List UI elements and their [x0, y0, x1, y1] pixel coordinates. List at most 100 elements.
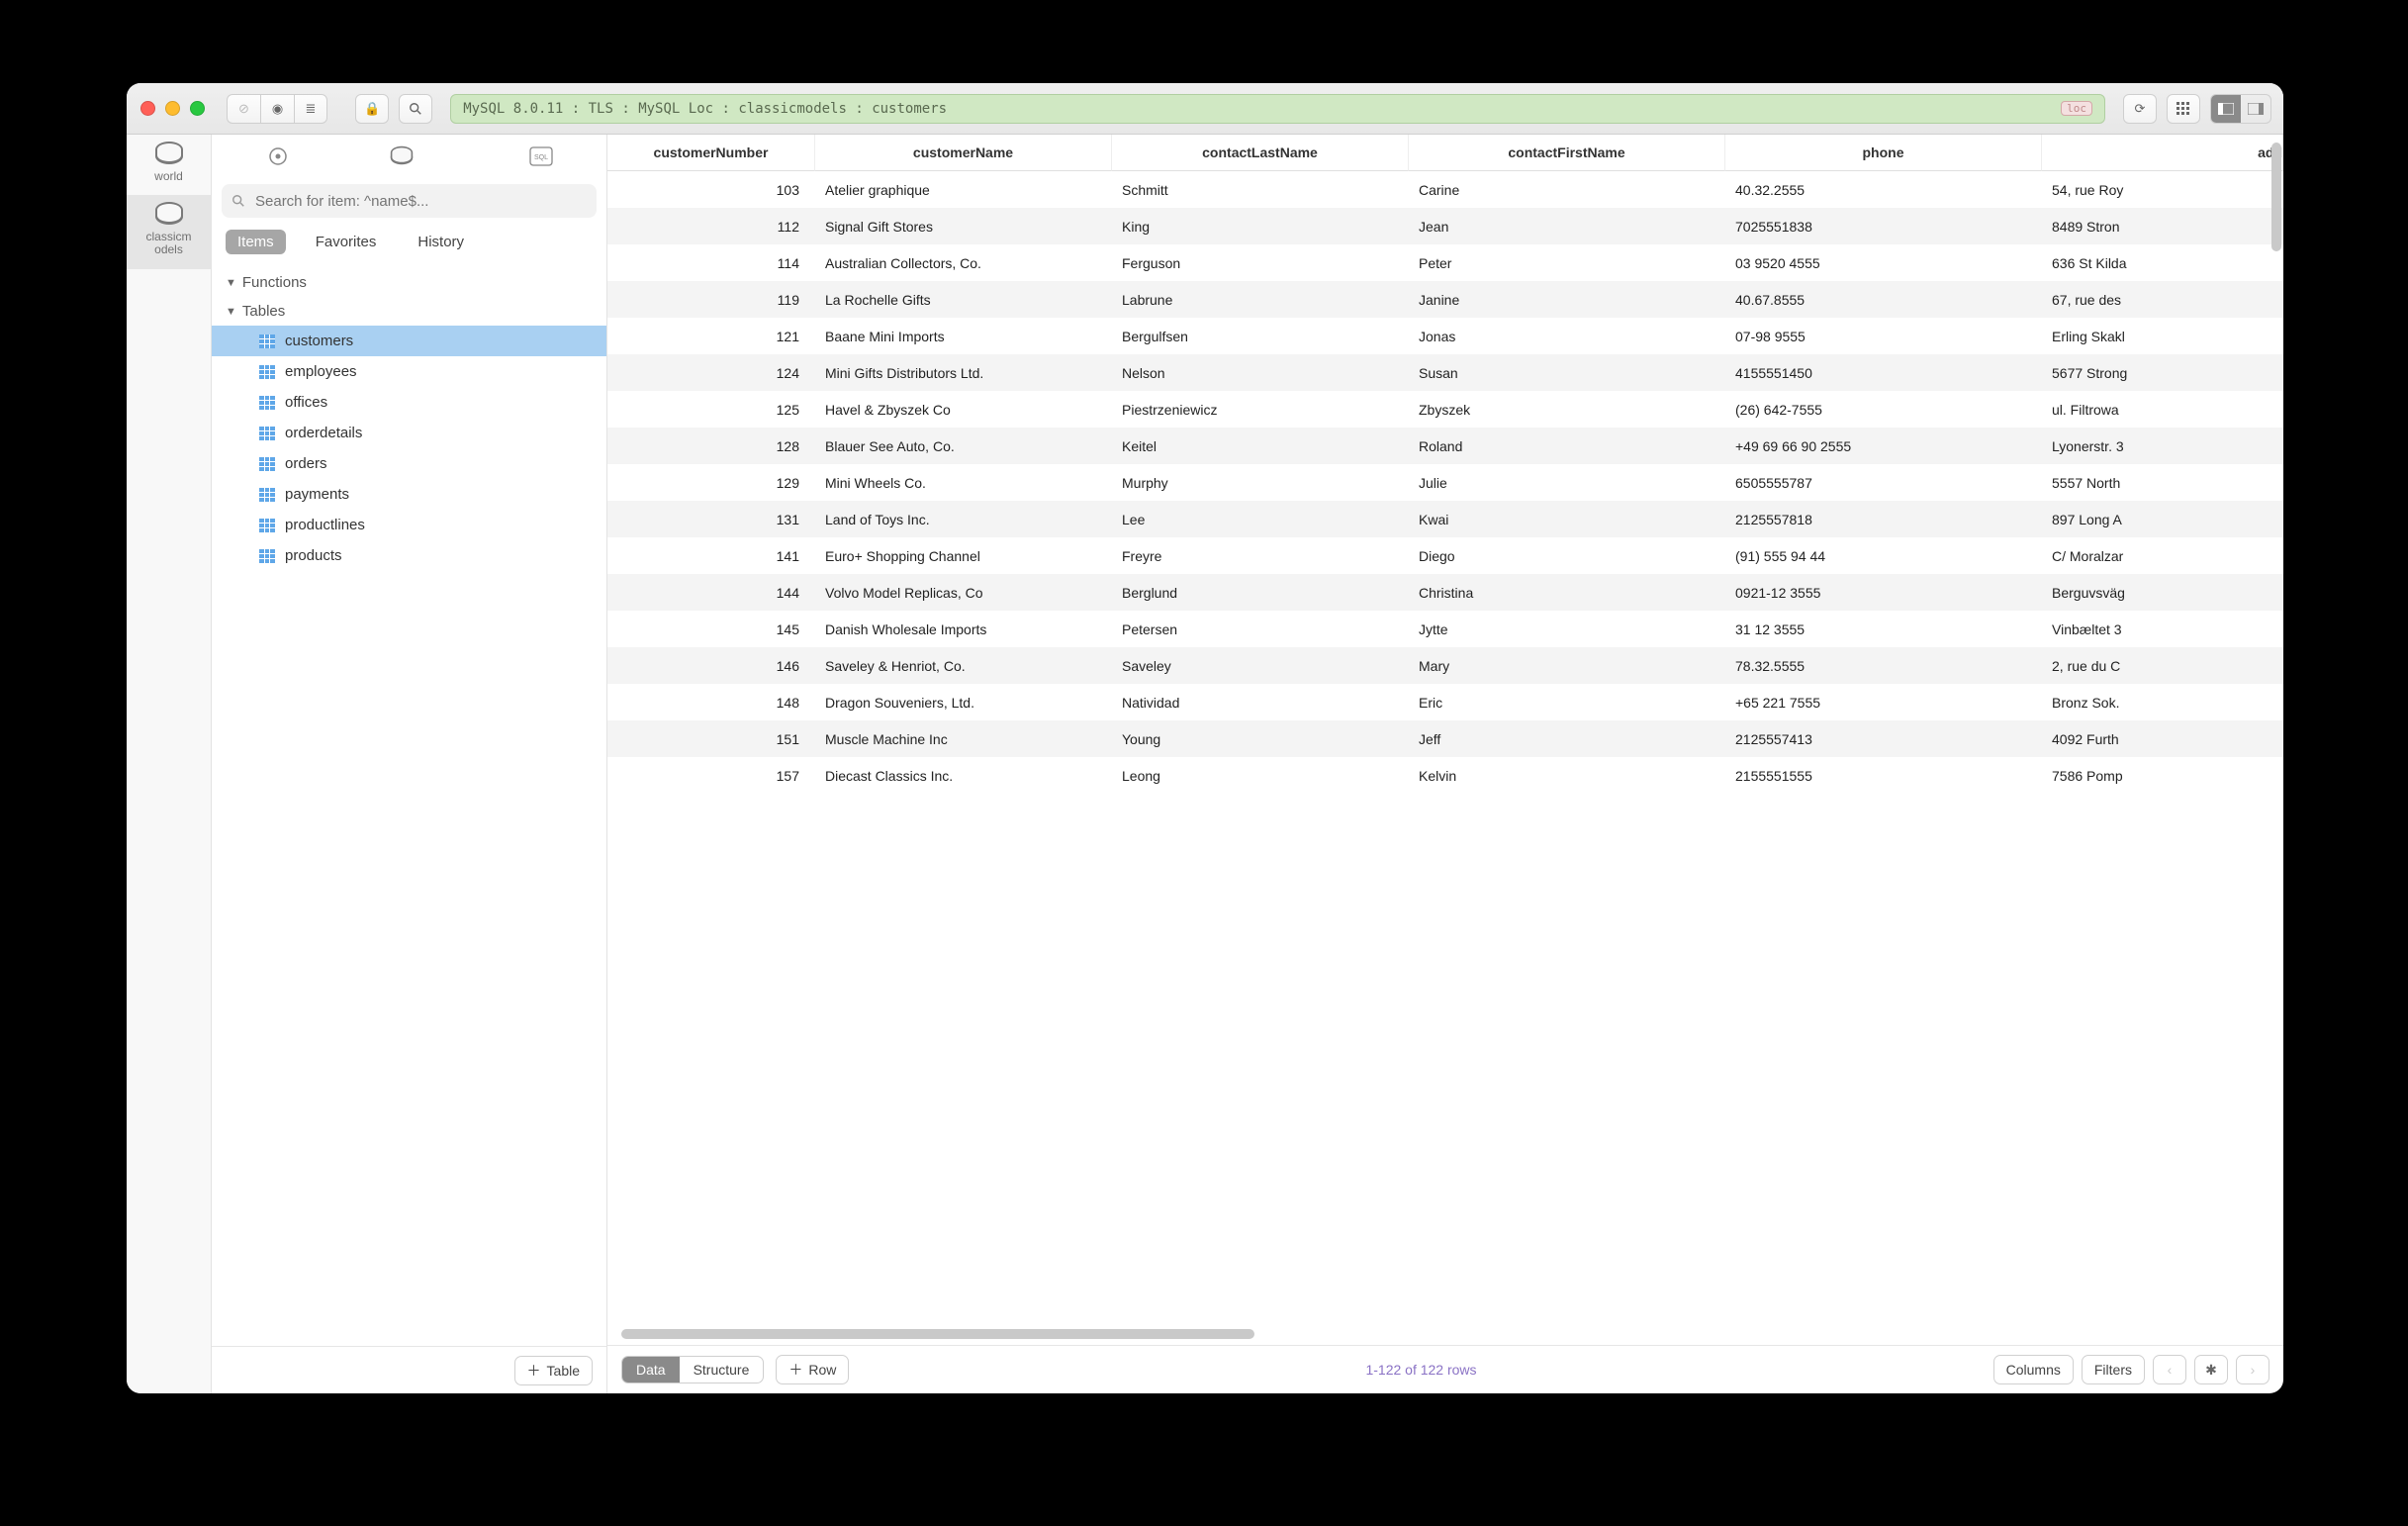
table-cell[interactable]: Nelson	[1112, 354, 1409, 391]
table-cell[interactable]: Leong	[1112, 757, 1409, 794]
sidebar-item-employees[interactable]: employees	[212, 356, 606, 387]
tab-favorites[interactable]: Favorites	[304, 230, 389, 254]
table-cell[interactable]: 151	[607, 720, 815, 757]
table-cell[interactable]: Havel & Zbyszek Co	[815, 391, 1112, 428]
table-cell[interactable]: 119	[607, 281, 815, 318]
table-cell[interactable]: Eric	[1409, 684, 1725, 720]
table-row[interactable]: 144Volvo Model Replicas, CoBerglundChris…	[607, 574, 2283, 611]
table-cell[interactable]: 2, rue du C	[2042, 647, 2283, 684]
table-cell[interactable]: Australian Collectors, Co.	[815, 244, 1112, 281]
table-row[interactable]: 151Muscle Machine IncYoungJeff2125557413…	[607, 720, 2283, 757]
table-cell[interactable]: Blauer See Auto, Co.	[815, 428, 1112, 464]
filters-button[interactable]: Filters	[2082, 1355, 2145, 1384]
table-cell[interactable]: Baane Mini Imports	[815, 318, 1112, 354]
table-cell[interactable]: Land of Toys Inc.	[815, 501, 1112, 537]
structure-tab[interactable]: Structure	[680, 1357, 764, 1383]
column-header[interactable]: contactFirstName	[1409, 135, 1725, 171]
table-row[interactable]: 131Land of Toys Inc.LeeKwai2125557818897…	[607, 501, 2283, 537]
horizontal-scrollbar[interactable]	[621, 1329, 1254, 1339]
group-tables[interactable]: ▼ Tables	[212, 297, 606, 326]
table-cell[interactable]: +65 221 7555	[1725, 684, 2042, 720]
zoom-window-button[interactable]	[190, 101, 205, 116]
table-cell[interactable]: 103	[607, 171, 815, 208]
sidebar-item-orders[interactable]: orders	[212, 448, 606, 479]
close-window-button[interactable]	[140, 101, 155, 116]
tab-history[interactable]: History	[406, 230, 476, 254]
table-cell[interactable]: 2155551555	[1725, 757, 2042, 794]
sidebar-item-productlines[interactable]: productlines	[212, 510, 606, 540]
connection-icon[interactable]	[256, 145, 300, 170]
table-cell[interactable]: (26) 642-7555	[1725, 391, 2042, 428]
tab-items[interactable]: Items	[226, 230, 286, 254]
table-row[interactable]: 157Diecast Classics Inc.LeongKelvin21555…	[607, 757, 2283, 794]
table-cell[interactable]: 40.67.8555	[1725, 281, 2042, 318]
table-cell[interactable]: 148	[607, 684, 815, 720]
table-cell[interactable]: Kwai	[1409, 501, 1725, 537]
settings-button[interactable]: ✱	[2194, 1355, 2228, 1384]
table-cell[interactable]: 2125557818	[1725, 501, 2042, 537]
table-cell[interactable]: 124	[607, 354, 815, 391]
sidebar-item-payments[interactable]: payments	[212, 479, 606, 510]
table-cell[interactable]: 8489 Stron	[2042, 208, 2283, 244]
sidebar-item-products[interactable]: products	[212, 540, 606, 571]
table-cell[interactable]: 144	[607, 574, 815, 611]
table-cell[interactable]: Petersen	[1112, 611, 1409, 647]
table-cell[interactable]: Ferguson	[1112, 244, 1409, 281]
sidebar-search[interactable]	[222, 184, 597, 218]
table-cell[interactable]: Zbyszek	[1409, 391, 1725, 428]
minimize-window-button[interactable]	[165, 101, 180, 116]
table-cell[interactable]: 07-98 9555	[1725, 318, 2042, 354]
table-cell[interactable]: Vinbæltet 3	[2042, 611, 2283, 647]
table-cell[interactable]: 5677 Strong	[2042, 354, 2283, 391]
sidebar-item-orderdetails[interactable]: orderdetails	[212, 418, 606, 448]
refresh-icon[interactable]: ⟳	[2123, 94, 2157, 124]
table-cell[interactable]: Jean	[1409, 208, 1725, 244]
table-cell[interactable]: 897 Long A	[2042, 501, 2283, 537]
data-structure-segment[interactable]: Data Structure	[621, 1356, 764, 1383]
table-cell[interactable]: King	[1112, 208, 1409, 244]
table-cell[interactable]: Volvo Model Replicas, Co	[815, 574, 1112, 611]
table-row[interactable]: 148Dragon Souveniers, Ltd.NatividadEric+…	[607, 684, 2283, 720]
database-icon[interactable]	[388, 148, 431, 166]
table-cell[interactable]: 78.32.5555	[1725, 647, 2042, 684]
table-cell[interactable]: 7586 Pomp	[2042, 757, 2283, 794]
table-row[interactable]: 103Atelier graphiqueSchmittCarine40.32.2…	[607, 171, 2283, 208]
lock-icon[interactable]: 🔒	[355, 94, 389, 124]
table-cell[interactable]: Jonas	[1409, 318, 1725, 354]
table-cell[interactable]: C/ Moralzar	[2042, 537, 2283, 574]
next-page-button[interactable]: ›	[2236, 1355, 2269, 1384]
table-cell[interactable]: Saveley	[1112, 647, 1409, 684]
table-cell[interactable]: Murphy	[1112, 464, 1409, 501]
table-cell[interactable]: Freyre	[1112, 537, 1409, 574]
table-cell[interactable]: Jytte	[1409, 611, 1725, 647]
table-cell[interactable]: 31 12 3555	[1725, 611, 2042, 647]
table-row[interactable]: 125Havel & Zbyszek CoPiestrzeniewiczZbys…	[607, 391, 2283, 428]
table-cell[interactable]: Keitel	[1112, 428, 1409, 464]
breadcrumb[interactable]: MySQL 8.0.11 : TLS : MySQL Loc : classic…	[450, 94, 2105, 124]
table-row[interactable]: 119La Rochelle GiftsLabruneJanine40.67.8…	[607, 281, 2283, 318]
table-cell[interactable]: 4092 Furth	[2042, 720, 2283, 757]
table-cell[interactable]: Susan	[1409, 354, 1725, 391]
vertical-scrollbar[interactable]	[2271, 143, 2281, 251]
right-sidebar-icon[interactable]	[2241, 95, 2270, 123]
table-cell[interactable]: Berguvsväg	[2042, 574, 2283, 611]
table-cell[interactable]: Carine	[1409, 171, 1725, 208]
table-cell[interactable]: 54, rue Roy	[2042, 171, 2283, 208]
column-header[interactable]: customerNumber	[607, 135, 815, 171]
table-cell[interactable]: Mini Wheels Co.	[815, 464, 1112, 501]
table-cell[interactable]: 4155551450	[1725, 354, 2042, 391]
list-icon[interactable]: ≣	[294, 94, 327, 124]
table-cell[interactable]: Janine	[1409, 281, 1725, 318]
left-sidebar-icon[interactable]	[2211, 95, 2241, 123]
table-cell[interactable]: 145	[607, 611, 815, 647]
table-row[interactable]: 112Signal Gift StoresKingJean70255518388…	[607, 208, 2283, 244]
table-cell[interactable]: 2125557413	[1725, 720, 2042, 757]
stop-icon[interactable]: ⊘	[227, 94, 260, 124]
table-cell[interactable]: Diego	[1409, 537, 1725, 574]
table-row[interactable]: 121Baane Mini ImportsBergulfsenJonas07-9…	[607, 318, 2283, 354]
table-cell[interactable]: La Rochelle Gifts	[815, 281, 1112, 318]
table-cell[interactable]: Roland	[1409, 428, 1725, 464]
table-cell[interactable]: 112	[607, 208, 815, 244]
table-cell[interactable]: Signal Gift Stores	[815, 208, 1112, 244]
table-cell[interactable]: Saveley & Henriot, Co.	[815, 647, 1112, 684]
